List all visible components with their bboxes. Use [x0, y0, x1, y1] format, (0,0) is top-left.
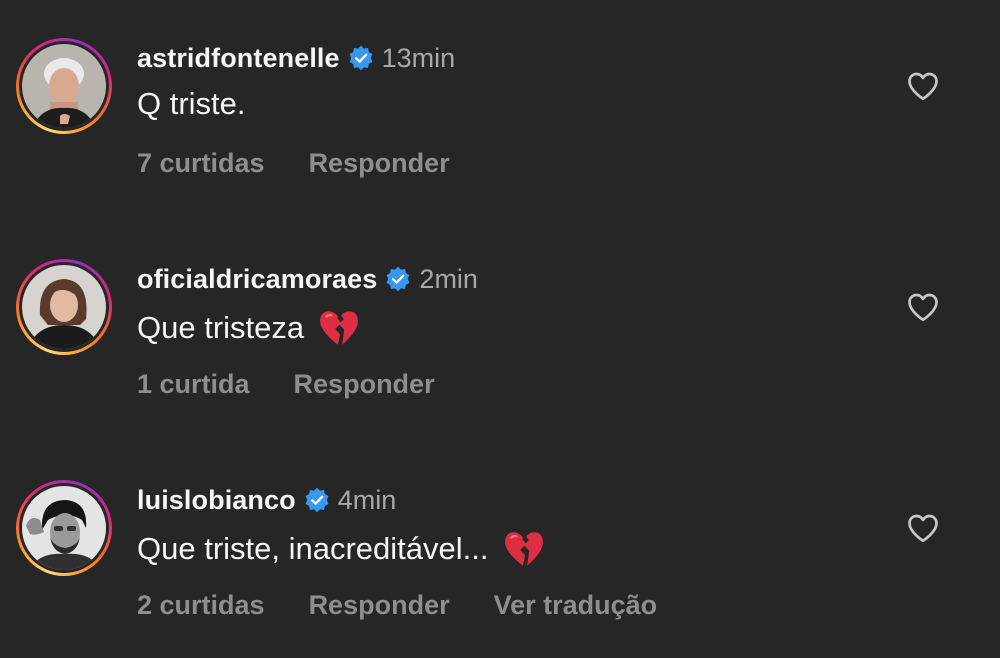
- reply-button[interactable]: Responder: [309, 148, 450, 179]
- comment-text: Que tristeza: [137, 310, 305, 345]
- heart-icon[interactable]: [905, 68, 941, 104]
- heart-icon[interactable]: [905, 289, 941, 325]
- likes-count[interactable]: 2 curtidas: [137, 590, 265, 621]
- avatar-story-ring[interactable]: [16, 38, 112, 134]
- reply-button[interactable]: Responder: [309, 590, 450, 621]
- broken-heart-icon: [320, 311, 359, 345]
- avatar-story-ring[interactable]: [16, 480, 112, 576]
- heart-icon[interactable]: [905, 510, 941, 546]
- avatar[interactable]: [22, 486, 106, 570]
- avatar[interactable]: [22, 44, 106, 128]
- username[interactable]: astridfontenelle: [137, 43, 340, 74]
- timestamp: 4min: [337, 484, 397, 515]
- username[interactable]: oficialdricamoraes: [137, 264, 377, 295]
- comment-text: Que triste, inacreditável...: [137, 531, 489, 566]
- comment-text: Q triste.: [137, 86, 246, 121]
- likes-count[interactable]: 7 curtidas: [137, 148, 265, 179]
- reply-button[interactable]: Responder: [294, 369, 435, 400]
- verified-badge-icon: [349, 45, 373, 71]
- likes-count[interactable]: 1 curtida: [137, 369, 250, 400]
- comment-item: astridfontenelle 13min Q triste. 7 curti…: [0, 0, 1000, 200]
- verified-badge-icon: [305, 487, 329, 513]
- comment-item: oficialdricamoraes 2min Que tristeza 1 c…: [0, 221, 1000, 421]
- verified-badge-icon: [386, 266, 410, 292]
- comment-item: luislobianco 4min Que triste, inacreditá…: [0, 442, 1000, 642]
- timestamp: 13min: [381, 42, 456, 73]
- username[interactable]: luislobianco: [137, 485, 296, 516]
- translate-button[interactable]: Ver tradução: [494, 590, 658, 621]
- broken-heart-icon: [504, 532, 543, 566]
- avatar-story-ring[interactable]: [16, 259, 112, 355]
- timestamp: 2min: [419, 263, 478, 294]
- avatar[interactable]: [22, 265, 106, 349]
